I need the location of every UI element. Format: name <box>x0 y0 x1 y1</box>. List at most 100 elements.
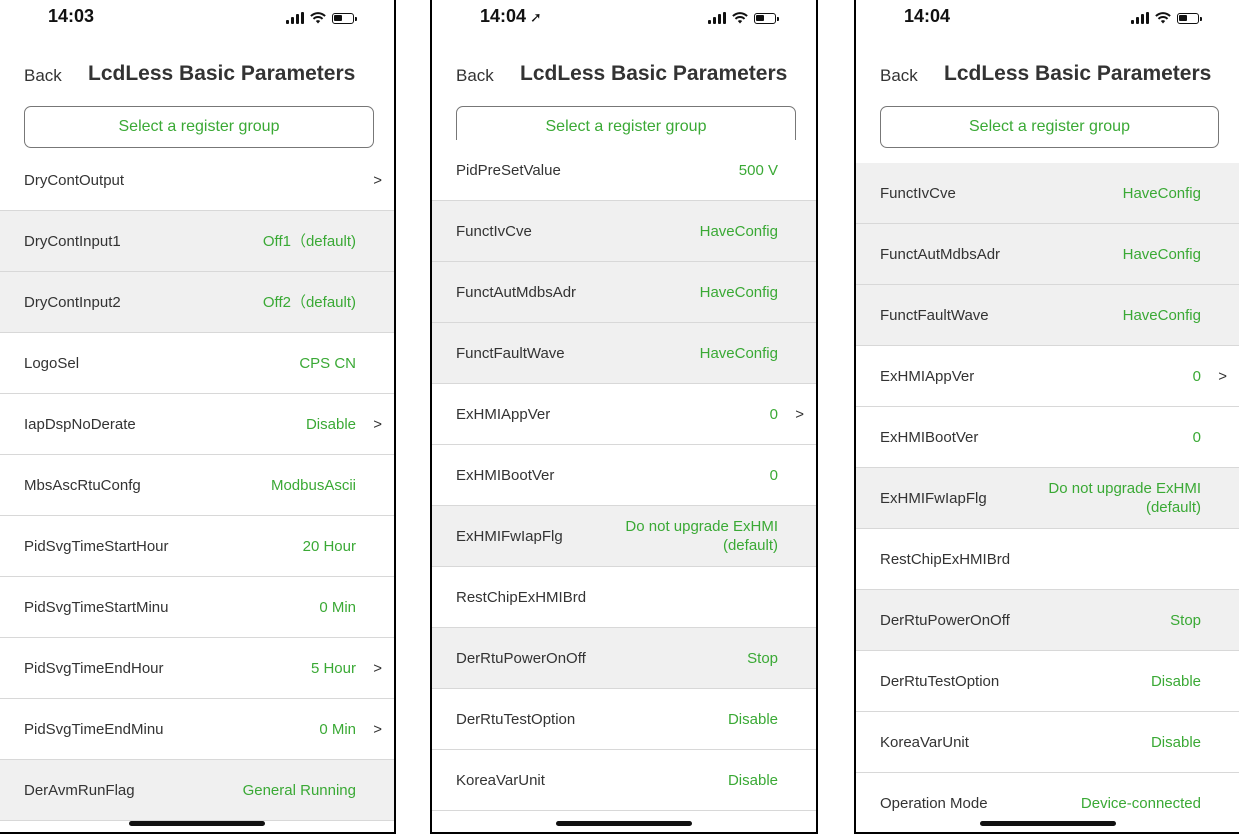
parameter-label: LogoSel <box>24 354 80 372</box>
list-item[interactable]: RestChipExHMIBrd <box>856 529 1239 590</box>
parameter-label: DryContInput2 <box>24 293 121 311</box>
list-item[interactable]: PidSvgTimeEndMinu 0 Min > <box>0 699 394 760</box>
cellular-signal-icon <box>286 12 304 24</box>
list-item[interactable]: DerRtuTestOption Disable <box>432 689 816 750</box>
phone-screen-2: 14:04 ➚ Back LcdLess Basic Parameters Sel… <box>430 0 818 834</box>
parameter-label: KoreaVarUnit <box>880 733 969 751</box>
parameter-label: IapDspNoDerate <box>24 415 136 433</box>
parameter-value: HaveConfig <box>699 344 778 362</box>
parameter-label: DerRtuTestOption <box>880 672 1000 690</box>
parameter-value: Off1（default) <box>262 232 356 250</box>
status-time: 14:04 ➚ <box>480 6 542 26</box>
list-item[interactable]: DryContInput1 Off1（default) <box>0 211 394 272</box>
parameter-label: RestChipExHMIBrd <box>456 588 587 606</box>
list-item[interactable]: ExHMIFwIapFlg Do not upgrade ExHMI (defau… <box>856 468 1239 529</box>
list-item[interactable]: DryContOutput > <box>0 150 394 211</box>
page-title: LcdLess Basic Parameters <box>944 62 1212 85</box>
chevron-right-icon: > <box>373 720 382 738</box>
parameter-value: Disable <box>305 415 356 433</box>
parameter-label: DerRtuPowerOnOff <box>456 649 586 667</box>
parameter-value: Disable <box>1150 733 1201 751</box>
parameter-value: General Running <box>242 781 356 799</box>
list-item[interactable]: LogoSel CPS CN <box>0 333 394 394</box>
parameter-value: Stop <box>747 649 778 667</box>
parameter-value: Disable <box>1150 672 1201 690</box>
list-item[interactable]: KoreaVarUnit Disable <box>432 750 816 811</box>
parameter-list: PidPreSetValue 500 V FunctIvCve HaveConfig F… <box>432 140 816 811</box>
list-item[interactable]: ExHMIAppVer 0 > <box>432 384 816 445</box>
parameter-label: RestChipExHMIBrd <box>880 550 1011 568</box>
nav-bar: Back LcdLess Basic Parameters <box>0 58 394 92</box>
parameter-label: DryContOutput <box>24 171 125 189</box>
parameter-label: Operation Mode <box>880 794 988 812</box>
wifi-icon <box>1155 12 1171 24</box>
list-item[interactable]: MbsAscRtuConfg ModbusAscii <box>0 455 394 516</box>
select-register-group-button[interactable]: Select a register group <box>24 106 374 148</box>
phone-screen-1: 14:03 Back LcdLess Basic Parameters Sele… <box>0 0 396 834</box>
parameter-value: 0 Min <box>319 598 356 616</box>
list-item[interactable]: PidPreSetValue 500 V <box>432 140 816 201</box>
parameter-label: PidSvgTimeStartHour <box>24 537 169 555</box>
status-icons <box>286 10 357 26</box>
parameter-value: Disable <box>727 710 778 728</box>
list-item[interactable]: DerRtuTestOption Disable <box>856 651 1239 712</box>
list-item[interactable]: RestChipExHMIBrd <box>432 567 816 628</box>
parameter-label: ExHMIAppVer <box>456 405 551 423</box>
back-button[interactable]: Back <box>456 66 494 86</box>
home-indicator <box>129 821 265 826</box>
chevron-right-icon: > <box>373 415 382 433</box>
parameter-label: FunctIvCve <box>880 184 956 202</box>
list-item[interactable]: ExHMIAppVer 0 > <box>856 346 1239 407</box>
list-item[interactable]: PidSvgTimeStartHour 20 Hour <box>0 516 394 577</box>
parameter-label: ExHMIFwIapFlg <box>456 527 563 545</box>
parameter-value: 0 <box>1192 367 1201 385</box>
chevron-right-icon: > <box>373 659 382 677</box>
list-item[interactable]: FunctIvCve HaveConfig <box>856 163 1239 224</box>
list-item[interactable]: FunctAutMdbsAdr HaveConfig <box>432 262 816 323</box>
list-item[interactable]: FunctFaultWave HaveConfig <box>856 285 1239 346</box>
chevron-right-icon: > <box>373 171 382 189</box>
home-indicator <box>979 821 1116 826</box>
list-item[interactable]: PidSvgTimeStartMinu 0 Min <box>0 577 394 638</box>
parameter-value: HaveConfig <box>1122 245 1201 263</box>
back-button[interactable]: Back <box>24 66 62 86</box>
list-item[interactable]: FunctIvCve HaveConfig <box>432 201 816 262</box>
list-item[interactable]: ExHMIFwIapFlg Do not upgrade ExHMI (defau… <box>432 506 816 567</box>
list-item[interactable]: ExHMIBootVer 0 <box>856 407 1239 468</box>
cellular-signal-icon <box>1131 12 1149 24</box>
parameter-value: CPS CN <box>299 354 356 372</box>
status-time: 14:03 <box>48 6 95 26</box>
battery-icon <box>1177 12 1202 24</box>
parameter-label: PidSvgTimeStartMinu <box>24 598 169 616</box>
select-register-group-button[interactable]: Select a register group <box>880 106 1219 148</box>
parameter-value: 20 Hour <box>302 537 356 555</box>
location-arrow-icon: ➚ <box>530 9 542 25</box>
chevron-right-icon: > <box>1218 367 1227 385</box>
list-item[interactable]: FunctAutMdbsAdr HaveConfig <box>856 224 1239 285</box>
parameter-label: DerAvmRunFlag <box>24 781 135 799</box>
nav-bar: Back LcdLess Basic Parameters <box>432 58 816 92</box>
parameter-label: ExHMIAppVer <box>880 367 975 385</box>
status-time: 14:04 <box>904 6 951 26</box>
parameter-value: HaveConfig <box>1122 184 1201 202</box>
parameter-value: 0 Min <box>319 720 356 738</box>
list-item[interactable]: DerRtuPowerOnOff Stop <box>432 628 816 689</box>
parameter-value: 0 <box>769 466 778 484</box>
list-item[interactable]: KoreaVarUnit Disable <box>856 712 1239 773</box>
parameter-value: 0 <box>1192 428 1201 446</box>
parameter-label: KoreaVarUnit <box>456 771 545 789</box>
list-item[interactable]: DryContInput2 Off2（default) <box>0 272 394 333</box>
chevron-right-icon: > <box>795 405 804 423</box>
list-item[interactable]: FunctFaultWave HaveConfig <box>432 323 816 384</box>
parameter-value: ModbusAscii <box>270 476 356 494</box>
home-indicator <box>556 821 692 826</box>
list-item[interactable]: DerRtuPowerOnOff Stop <box>856 590 1239 651</box>
back-button[interactable]: Back <box>880 66 918 86</box>
list-item[interactable]: DerAvmRunFlag General Running <box>0 760 394 821</box>
parameter-label: PidPreSetValue <box>456 161 561 179</box>
parameter-label: MbsAscRtuConfg <box>24 476 141 494</box>
list-item[interactable]: PidSvgTimeEndHour 5 Hour > <box>0 638 394 699</box>
list-item[interactable]: IapDspNoDerate Disable > <box>0 394 394 455</box>
parameter-label: PidSvgTimeEndHour <box>24 659 164 677</box>
list-item[interactable]: ExHMIBootVer 0 <box>432 445 816 506</box>
